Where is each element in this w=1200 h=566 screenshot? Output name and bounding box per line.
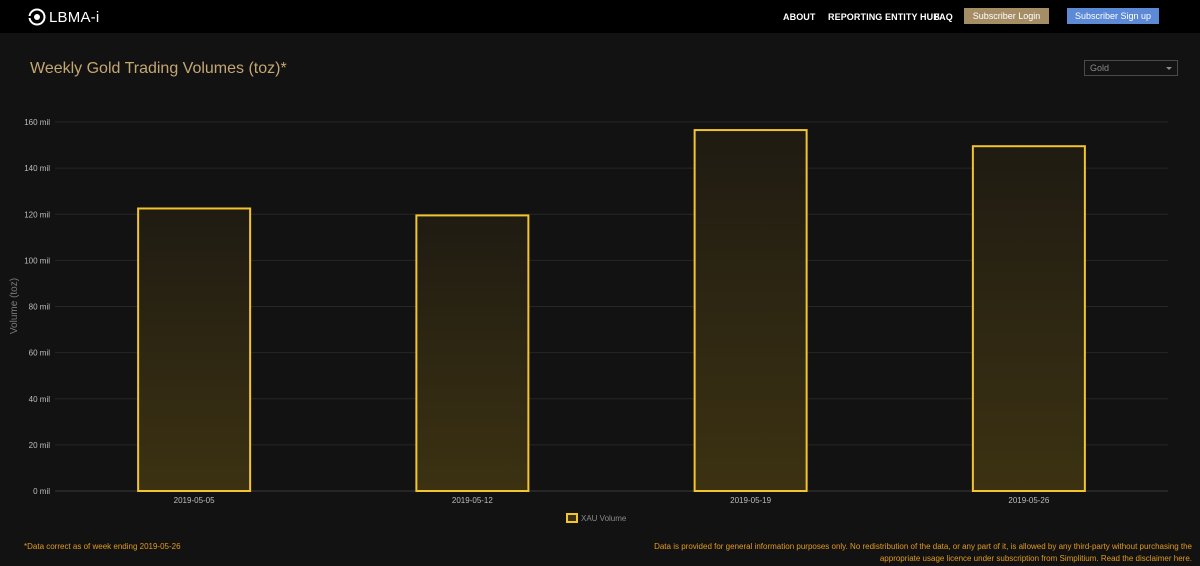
x-tick-label: 2019-05-19 (730, 496, 771, 505)
disclaimer-text: Data is provided for general information… (600, 541, 1192, 565)
y-tick-label: 20 mil (29, 441, 51, 450)
x-tick-label: 2019-05-05 (174, 496, 215, 505)
y-tick-label: 100 mil (24, 256, 50, 265)
legend-label: XAU Volume (581, 514, 627, 523)
chart-legend[interactable]: XAU Volume (566, 513, 627, 523)
volume-bar-chart: 0 mil 20 mil 40 mil 60 mil 80 mil 100 mil 120 … (9, 118, 1168, 523)
legend-swatch (566, 513, 578, 523)
x-tick-label: 2019-05-12 (452, 496, 493, 505)
y-axis-label: Volume (toz) (9, 278, 20, 334)
nav-about[interactable]: ABOUT (783, 0, 816, 33)
y-axis-ticks: 0 mil 20 mil 40 mil 60 mil 80 mil 100 mil 120 … (24, 118, 50, 496)
top-navigation-bar: LBMA-i ABOUT REPORTING ENTITY HUB FAQ Su… (0, 0, 1200, 33)
x-tick-label: 2019-05-26 (1008, 496, 1049, 505)
nav-faq-label[interactable]: FAQ (934, 12, 953, 22)
bar-2019-05-05[interactable] (137, 207, 252, 492)
bar-2019-05-19[interactable] (693, 129, 808, 493)
y-tick-label: 60 mil (29, 349, 51, 358)
nav-faq[interactable]: FAQ (934, 0, 953, 33)
y-tick-label: 80 mil (29, 303, 51, 312)
nav-reporting-entity-hub[interactable]: REPORTING ENTITY HUB (828, 0, 940, 33)
logo-icon (28, 8, 46, 26)
bar-2019-05-12[interactable] (415, 214, 530, 492)
page-title: Weekly Gold Trading Volumes (toz)* (30, 60, 287, 77)
disclaimer-line-2: appropriate usage licence under subscrip… (879, 554, 1192, 563)
y-tick-label: 0 mil (33, 487, 50, 496)
nav-about-label[interactable]: ABOUT (783, 12, 816, 22)
bars (137, 129, 1086, 493)
bar-2019-05-26[interactable] (971, 145, 1086, 492)
chevron-down-icon (1166, 67, 1172, 70)
x-axis-ticks: 2019-05-05 2019-05-12 2019-05-19 2019-05-26 (174, 496, 1050, 505)
subscriber-login-button[interactable]: Subscriber Login (964, 8, 1049, 24)
lbma-logo[interactable]: LBMA-i (28, 7, 99, 27)
nav-reporting-entity-hub-label[interactable]: REPORTING ENTITY HUB (828, 12, 940, 22)
y-tick-label: 40 mil (29, 395, 51, 404)
y-tick-label: 140 mil (24, 164, 50, 173)
data-correct-note: *Data correct as of week ending 2019-05-… (24, 542, 181, 551)
y-tick-label: 160 mil (24, 118, 50, 127)
subscriber-signup-button[interactable]: Subscriber Sign up (1067, 8, 1159, 24)
disclaimer-line-1: Data is provided for general information… (654, 542, 1192, 551)
metal-select[interactable]: Gold (1084, 60, 1178, 76)
logo-text: LBMA-i (49, 8, 100, 26)
metal-select-value: Gold (1090, 63, 1110, 73)
y-tick-label: 120 mil (24, 210, 50, 219)
